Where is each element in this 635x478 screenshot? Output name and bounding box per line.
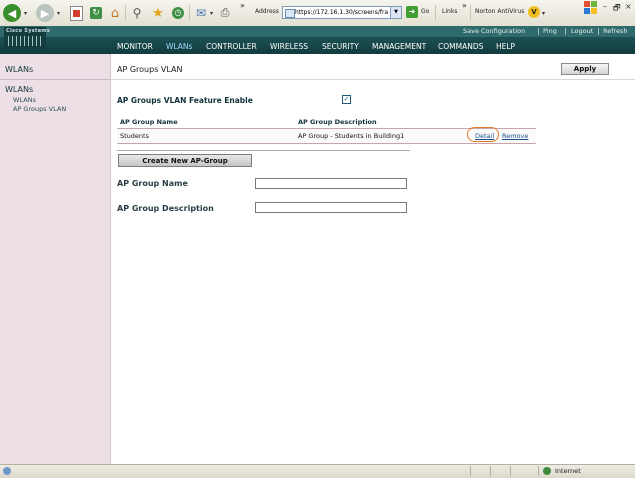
- go-arrow-icon[interactable]: ➜: [406, 6, 418, 18]
- detail-highlight-circle: [467, 127, 499, 142]
- feature-enable-label: AP Groups VLAN Feature Enable: [117, 96, 253, 105]
- sidebar: [0, 54, 111, 464]
- links-chevron[interactable]: »: [462, 1, 467, 10]
- back-dropdown-icon[interactable]: ▾: [24, 10, 27, 17]
- address-dropdown-icon[interactable]: ▼: [390, 7, 401, 18]
- favorites-icon[interactable]: ★: [149, 4, 167, 22]
- cisco-logo: Cisco Systems: [4, 27, 50, 49]
- status-bar: Internet: [0, 464, 635, 478]
- mail-dropdown-icon[interactable]: ▾: [210, 10, 213, 17]
- sidebar-section-wlans[interactable]: WLANs: [5, 85, 33, 94]
- menu-controller[interactable]: CONTROLLER: [206, 42, 257, 51]
- history-icon[interactable]: ◷: [169, 4, 187, 22]
- row-group-description: AP Group - Students in Building1: [298, 132, 405, 140]
- col-header-group-description: AP Group Description: [298, 118, 377, 126]
- search-icon[interactable]: ⚲: [128, 4, 146, 22]
- logout-link[interactable]: Logout: [571, 26, 593, 37]
- ap-group-name-label: AP Group Name: [117, 179, 188, 188]
- sidebar-item-wlans[interactable]: WLANs: [13, 96, 36, 104]
- address-label: Address: [255, 8, 279, 15]
- page-title: AP Groups VLAN: [117, 65, 183, 74]
- forward-dropdown-icon[interactable]: ▾: [57, 10, 60, 17]
- feature-enable-checkbox[interactable]: ✓: [342, 95, 351, 104]
- refresh-link[interactable]: Refresh: [603, 26, 628, 37]
- page-icon: [285, 9, 295, 18]
- print-icon[interactable]: ⎙: [216, 4, 234, 22]
- mail-icon[interactable]: ✉: [192, 4, 210, 22]
- internet-zone-icon: [543, 467, 551, 475]
- security-zone-label: Internet: [555, 467, 581, 475]
- logo-text: Cisco Systems: [6, 28, 51, 34]
- remove-link[interactable]: Remove: [502, 132, 528, 140]
- menu-commands[interactable]: COMMANDS: [438, 42, 483, 51]
- links-label[interactable]: Links: [442, 8, 457, 15]
- save-configuration-link[interactable]: Save Configuration: [463, 26, 525, 37]
- table-row-rule: [117, 143, 536, 144]
- create-ap-group-button[interactable]: Create New AP-Group: [118, 154, 252, 167]
- forward-arrow-icon[interactable]: ▶: [36, 4, 54, 22]
- ping-link[interactable]: Ping: [543, 26, 557, 37]
- menu-security[interactable]: SECURITY: [322, 42, 359, 51]
- cisco-bridge-icon: [8, 36, 42, 46]
- main-menu-bar: [0, 37, 635, 54]
- menu-wireless[interactable]: WIRELESS: [270, 42, 308, 51]
- apply-button[interactable]: Apply: [561, 63, 609, 75]
- page-status-icon: [3, 467, 11, 475]
- menu-management[interactable]: MANAGEMENT: [372, 42, 426, 51]
- address-url: https://172.16.1.30/screens/fra: [295, 9, 389, 16]
- address-bar[interactable]: https://172.16.1.30/screens/fra ▼: [282, 6, 402, 19]
- title-divider: [110, 79, 635, 80]
- menu-monitor[interactable]: MONITOR: [117, 42, 153, 51]
- refresh-icon[interactable]: ↻: [87, 4, 105, 22]
- windows-logo-icon: [584, 1, 598, 15]
- menu-help[interactable]: HELP: [496, 42, 515, 51]
- ap-group-description-input[interactable]: [255, 202, 407, 213]
- minimize-icon[interactable]: –: [603, 2, 607, 11]
- ap-group-description-label: AP Group Description: [117, 204, 214, 213]
- col-header-group-name: AP Group Name: [120, 118, 178, 126]
- sidebar-item-ap-groups-vlan[interactable]: AP Groups VLAN: [13, 105, 66, 113]
- stop-icon[interactable]: [67, 4, 85, 22]
- ap-group-name-input[interactable]: [255, 178, 407, 189]
- go-button[interactable]: Go: [421, 8, 429, 15]
- row-group-name: Students: [120, 132, 149, 140]
- menu-wlans[interactable]: WLANs: [166, 42, 192, 51]
- sidebar-divider: [0, 79, 110, 80]
- browser-toolbar: ◀ ▾ ▶ ▾ ↻ ⌂ ⚲ ★ ◷ ✉ ▾ ⎙ » Address https:…: [0, 0, 635, 27]
- home-icon[interactable]: ⌂: [106, 4, 124, 22]
- norton-icon[interactable]: V: [528, 6, 540, 18]
- norton-label[interactable]: Norton AntiVirus: [475, 8, 524, 15]
- restore-icon[interactable]: 🗗: [613, 2, 621, 16]
- section-divider: [117, 150, 410, 151]
- back-arrow-icon[interactable]: ◀: [3, 4, 21, 22]
- norton-dropdown-icon[interactable]: ▾: [542, 10, 545, 17]
- toolbar-chevron[interactable]: »: [240, 1, 245, 10]
- close-icon[interactable]: ×: [625, 2, 632, 11]
- sidebar-title: WLANs: [5, 65, 34, 74]
- utility-bar: [0, 26, 635, 37]
